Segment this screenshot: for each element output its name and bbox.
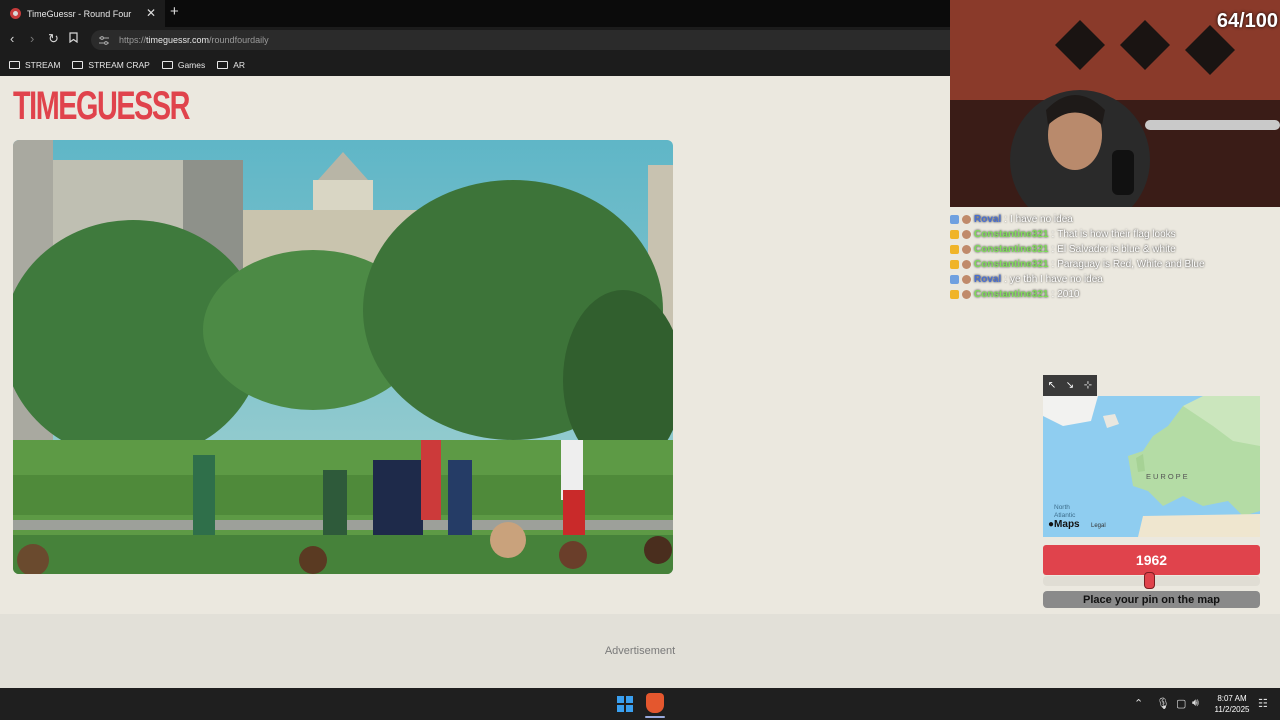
reload-icon[interactable]: ↻ (48, 31, 59, 47)
browser-tab[interactable]: TimeGuessr - Round Four ✕ (0, 0, 165, 27)
network-icon[interactable]: ▢ (1176, 697, 1186, 710)
chat-username[interactable]: Roval (974, 214, 1001, 225)
chat-username[interactable]: Constantine321 (974, 259, 1048, 270)
chat-text: I have no idea (1010, 214, 1073, 225)
chat-username[interactable]: Constantine321 (974, 229, 1048, 240)
chat-badge-icon (950, 290, 959, 299)
bookmark-folder-stream-crap[interactable]: STREAM CRAP (72, 59, 150, 70)
brave-browser-icon[interactable] (646, 693, 664, 713)
chat-message: Constantine321: Paraguay is Red, White an… (950, 257, 1280, 272)
chat-message: Roval: ye tbh I have no idea (950, 272, 1280, 287)
forward-icon[interactable]: › (30, 31, 34, 46)
clock-date: 11/2/2025 (1214, 705, 1250, 714)
stream-score: 64/100 (1216, 10, 1278, 32)
round-photo (13, 140, 673, 574)
chat-message-list: Roval: I have no idea Constantine321: That … (950, 212, 1280, 302)
timeguessr-favicon-icon (10, 8, 21, 19)
guess-map[interactable]: EUROPE North Atlantic ●Maps Legal (1043, 396, 1260, 537)
active-app-indicator (645, 716, 665, 718)
browser-tab-bar: TimeGuessr - Round Four ✕ + (0, 0, 950, 27)
chat-username[interactable]: Constantine321 (974, 289, 1048, 300)
notifications-icon[interactable]: ☷ (1258, 697, 1268, 710)
chat-avatar-icon (962, 215, 971, 224)
bookmark-label: STREAM (25, 59, 61, 70)
tab-title: TimeGuessr - Round Four (27, 8, 132, 19)
bookmark-icon[interactable] (69, 31, 78, 46)
windows-start-icon[interactable] (617, 696, 633, 712)
bookmark-label: Games (177, 59, 206, 70)
bookmark-label: STREAM CRAP (88, 59, 150, 70)
map-expand-icon[interactable]: ↖ (1048, 380, 1056, 391)
chat-message: Constantine321: El Salvador is blue & whi… (950, 242, 1280, 257)
place-pin-button[interactable]: Place your pin on the map (1043, 591, 1260, 608)
chat-username[interactable]: Constantine321 (974, 244, 1048, 255)
advertisement-banner: Advertisement (0, 614, 1280, 688)
year-display: 1962 (1043, 545, 1260, 575)
map-controls: ↖ ↘ ⊹ (1043, 375, 1097, 396)
map-label-ocean-2: Atlantic (1054, 512, 1076, 519)
chat-separator: : (1051, 244, 1055, 255)
bookmark-folder-games[interactable]: Games (161, 59, 206, 70)
chat-username[interactable]: Roval (974, 274, 1001, 285)
map-shrink-icon[interactable]: ↘ (1066, 380, 1074, 391)
folder-icon (161, 60, 173, 69)
chat-badge-icon (950, 245, 959, 254)
chat-separator: : (1004, 274, 1008, 285)
chevron-up-icon[interactable]: ⌃ (1134, 697, 1143, 710)
map-label-ocean-1: North (1054, 504, 1070, 511)
chat-badge-icon (950, 215, 959, 224)
chat-text: ye tbh I have no idea (1010, 274, 1103, 285)
taskbar-clock[interactable]: 8:07 AM 11/2/2025 (1210, 693, 1254, 715)
bookmark-label: AR (233, 59, 246, 70)
year-slider-handle[interactable] (1143, 572, 1155, 589)
windows-taskbar: ⌃ 🎙︎ ▢ 🔊︎ 8:07 AM 11/2/2025 ☷ (0, 688, 1280, 720)
address-bar[interactable]: https://timeguessr.com/roundfourdaily (91, 30, 950, 50)
url-path: /roundfourdaily (209, 35, 269, 45)
stream-chat: Roval: I have no idea Constantine321: That … (950, 207, 1280, 302)
url-text: https://timeguessr.com/roundfourdaily (119, 35, 269, 45)
close-tab-icon[interactable]: ✕ (146, 6, 156, 20)
chat-badge-icon (950, 230, 959, 239)
site-settings-icon[interactable] (99, 35, 109, 45)
chat-separator: : (1051, 289, 1055, 300)
map-label-europe: EUROPE (1146, 472, 1190, 481)
bookmark-folder-ar[interactable]: AR (217, 60, 245, 70)
chat-text: El Salvador is blue & white (1057, 244, 1176, 255)
chat-avatar-icon (962, 290, 971, 299)
timeguessr-logo[interactable]: TIMEGUESSR (13, 86, 190, 126)
folder-icon (72, 60, 84, 69)
apple-maps-attribution: ●Maps (1048, 519, 1080, 530)
map-legal-link[interactable]: Legal (1091, 523, 1106, 529)
maps-attribution-text: Maps (1054, 519, 1080, 530)
chat-separator: : (1004, 214, 1008, 225)
chat-avatar-icon (962, 260, 971, 269)
chat-avatar-icon (962, 275, 971, 284)
chat-message: Constantine321:2010 (950, 287, 1280, 302)
chat-avatar-icon (962, 245, 971, 254)
new-tab-button[interactable]: + (170, 3, 179, 20)
microphone-icon[interactable]: 🎙︎ (1156, 697, 1170, 710)
chat-badge-icon (950, 260, 959, 269)
clock-time: 8:07 AM (1217, 694, 1247, 703)
chat-badge-icon (950, 275, 959, 284)
back-icon[interactable]: ‹ (10, 31, 14, 46)
chat-text: That is how their flag looks (1057, 229, 1176, 240)
speaker-icon[interactable]: 🔊︎ (1192, 697, 1199, 710)
chat-text: 2010 (1057, 289, 1080, 300)
bookmarks-bar: STREAM STREAM CRAP Games AR (0, 53, 950, 76)
bookmark-folder-stream[interactable]: STREAM (9, 60, 60, 70)
streamer-webcam: 64/100 (950, 0, 1280, 207)
chat-separator: : (1051, 259, 1055, 270)
chat-avatar-icon (962, 230, 971, 239)
chat-text: Paraguay is Red, White and Blue (1057, 259, 1205, 270)
folder-icon (217, 60, 229, 69)
browser-nav-bar: ‹ › ↻ https://timeguessr.com/roundfourda… (0, 27, 950, 53)
chat-separator: : (1051, 229, 1055, 240)
map-pin-icon[interactable]: ⊹ (1084, 380, 1092, 391)
url-prefix: https:// (119, 35, 147, 45)
url-host: timeguessr.com (146, 35, 210, 45)
folder-icon (9, 60, 20, 69)
chat-message: Roval: I have no idea (950, 212, 1280, 227)
chat-message: Constantine321: That is how their flag lo… (950, 227, 1280, 242)
